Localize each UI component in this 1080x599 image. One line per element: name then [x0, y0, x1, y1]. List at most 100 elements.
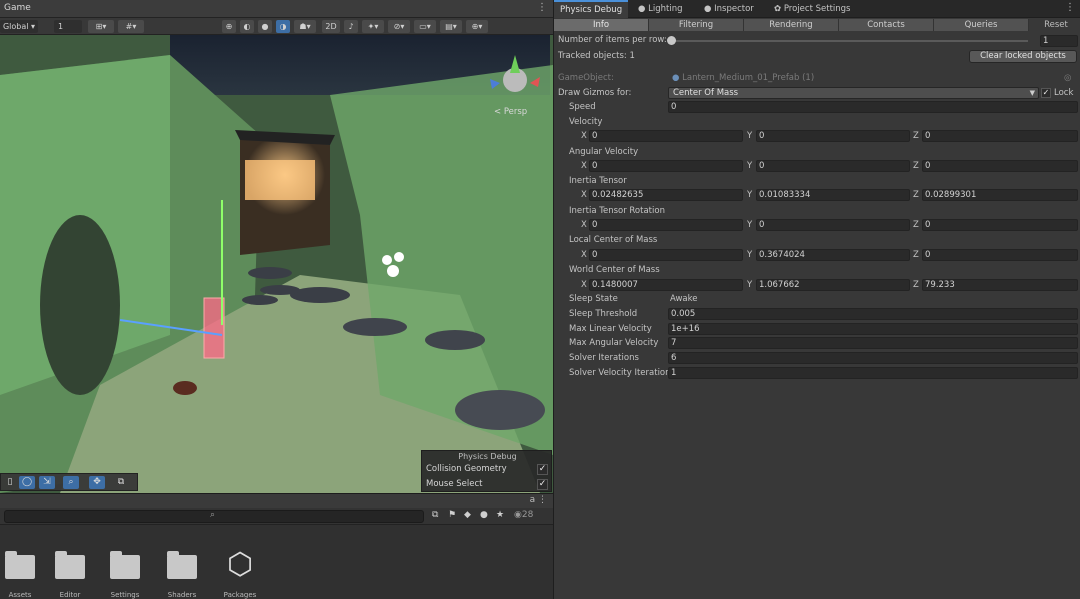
- gameobject-value[interactable]: ● Lantern_Medium_01_Prefab (1): [672, 73, 814, 83]
- custom-tool-icon[interactable]: ⧉: [113, 476, 129, 489]
- z-axis-label: Z: [913, 220, 919, 230]
- subtab-contacts[interactable]: Contacts: [839, 19, 934, 31]
- inertia-rotation-y-field[interactable]: 0: [756, 219, 910, 231]
- inertia-tensor-label: Inertia Tensor: [569, 176, 627, 186]
- tab-inspector[interactable]: ● Inspector: [698, 0, 760, 18]
- draw-mode-icon[interactable]: ◑: [276, 20, 290, 33]
- perspective-label[interactable]: < Persp: [494, 107, 527, 117]
- solver-velocity-iterations-field[interactable]: 1: [668, 367, 1078, 379]
- velocity-y-field[interactable]: 0: [756, 130, 910, 142]
- items-per-row-field[interactable]: 1: [1040, 35, 1078, 47]
- angular-velocity-x-field[interactable]: 0: [589, 160, 743, 172]
- x-axis-label: X: [581, 131, 587, 141]
- game-tab-title[interactable]: Game: [4, 3, 31, 13]
- physics-debug-panel: Physics Debug ● Lighting ● Inspector ✿ P…: [553, 0, 1080, 599]
- folder-icon[interactable]: [5, 551, 35, 579]
- move-tool-icon[interactable]: ✥: [89, 476, 105, 489]
- mouse-select-checkbox[interactable]: ✓: [537, 479, 548, 490]
- project-search-input[interactable]: ⌕: [4, 510, 424, 523]
- view-tool-icon[interactable]: ▯: [2, 476, 18, 489]
- local-com-y-field[interactable]: 0.3674024: [756, 249, 910, 261]
- target-icon[interactable]: ◎: [1064, 73, 1071, 83]
- hidden-objects-icon[interactable]: ⊘▾: [388, 20, 410, 33]
- snap-grid-icon[interactable]: ⊞▾: [88, 20, 114, 33]
- solver-iterations-field[interactable]: 6: [668, 352, 1078, 364]
- zoom-tool-icon[interactable]: ⌕: [63, 476, 79, 489]
- unity-package-icon[interactable]: ⬡: [222, 547, 258, 583]
- inertia-tensor-x-field[interactable]: 0.02482635: [589, 189, 743, 201]
- world-com-x-field[interactable]: 0.1480007: [589, 279, 743, 291]
- tab-lighting[interactable]: ● Lighting: [632, 0, 688, 18]
- kebab-menu-icon[interactable]: ⋮: [1065, 2, 1075, 13]
- filter-type-icon[interactable]: ⧉: [432, 510, 438, 520]
- tab-project-settings[interactable]: ✿ Project Settings: [768, 0, 856, 18]
- inertia-rotation-x-field[interactable]: 0: [589, 219, 743, 231]
- info-icon[interactable]: ●: [480, 510, 488, 520]
- project-search-row: ⌕ ⧉ ⚑ ◆ ● ★ ◉28: [0, 508, 553, 525]
- local-com-x-field[interactable]: 0: [589, 249, 743, 261]
- inertia-tensor-y-field[interactable]: 0.01083334: [756, 189, 910, 201]
- folder-icon[interactable]: [55, 551, 85, 579]
- select-tool-icon[interactable]: ⇲: [39, 476, 55, 489]
- world-com-y-field[interactable]: 1.067662: [756, 279, 910, 291]
- kebab-menu-icon[interactable]: ⋮: [537, 2, 547, 13]
- angular-velocity-y-field[interactable]: 0: [756, 160, 910, 172]
- overlay-menu-icon[interactable]: ☗▾: [294, 20, 316, 33]
- space-dropdown[interactable]: Global ▾: [0, 20, 38, 33]
- sleep-threshold-field[interactable]: 0.005: [668, 308, 1078, 320]
- folder-label: Editor: [59, 591, 81, 599]
- max-angular-velocity-field[interactable]: 7: [668, 337, 1078, 349]
- folder-icon[interactable]: [167, 551, 197, 579]
- local-com-z-field[interactable]: 0: [922, 249, 1078, 261]
- collision-geometry-checkbox[interactable]: ✓: [537, 464, 548, 475]
- lit-sphere-icon[interactable]: ●: [258, 20, 272, 33]
- folder-label: Assets: [8, 591, 32, 599]
- speed-field[interactable]: 0: [668, 101, 1078, 113]
- clear-locked-objects-button[interactable]: Clear locked objects: [969, 50, 1077, 63]
- globe-icon[interactable]: ⊕: [222, 20, 236, 33]
- subtab-queries[interactable]: Queries: [934, 19, 1029, 31]
- grid-icon[interactable]: #▾: [118, 20, 144, 33]
- snap-value-field[interactable]: 1: [54, 20, 82, 33]
- scene-toolbar: Global ▾ 1 ⊞▾ #▾ ⊕ ◐ ● ◑ ☗▾ 2D ♪ ✦▾ ⊘▾ ▭…: [0, 18, 553, 35]
- max-linear-velocity-field[interactable]: 1e+16: [668, 323, 1078, 335]
- subtab-rendering[interactable]: Rendering: [744, 19, 839, 31]
- draw-gizmos-dropdown[interactable]: Center Of Mass ▼: [668, 87, 1039, 99]
- filter-label-icon[interactable]: ⚑: [448, 510, 456, 520]
- physics-debug-overlay: Physics Debug Collision Geometry ✓ Mouse…: [421, 450, 552, 492]
- folder-icon[interactable]: [110, 551, 140, 579]
- reset-button[interactable]: Reset: [1032, 19, 1080, 31]
- scene-viewport[interactable]: < Persp ▯ ◯ ⇲ ⌕ ✥ ⧉ Physics Debug Collis…: [0, 35, 553, 493]
- search-icon: ⌕: [210, 510, 216, 520]
- inertia-tensor-z-field[interactable]: 0.02899301: [922, 189, 1078, 201]
- tab-lighting-label: Lighting: [648, 4, 683, 14]
- star-icon[interactable]: ★: [496, 510, 504, 520]
- slider-knob[interactable]: [667, 36, 676, 45]
- world-com-z-field[interactable]: 79.233: [922, 279, 1078, 291]
- velocity-x-field[interactable]: 0: [589, 130, 743, 142]
- gizmos-icon[interactable]: ⊕▾: [466, 20, 488, 33]
- toggle-2d-button[interactable]: 2D: [322, 20, 340, 33]
- tag-icon[interactable]: ◆: [464, 510, 471, 520]
- z-axis-label: Z: [913, 131, 919, 141]
- x-axis-label: X: [581, 190, 587, 200]
- subtab-info[interactable]: Info: [554, 19, 649, 31]
- rotate-tool-icon[interactable]: ◯: [19, 476, 35, 489]
- subtab-filtering[interactable]: Filtering: [649, 19, 744, 31]
- camera-icon[interactable]: ▭▾: [414, 20, 436, 33]
- project-menu-icon[interactable]: a ⋮: [530, 495, 547, 505]
- y-axis-label: Y: [747, 131, 753, 141]
- lock-checkbox[interactable]: ✓: [1041, 88, 1051, 98]
- effects-icon[interactable]: ✦▾: [362, 20, 384, 33]
- items-per-row-slider[interactable]: [672, 40, 1028, 42]
- shading-sphere-icon[interactable]: ◐: [240, 20, 254, 33]
- audio-icon[interactable]: ♪: [344, 20, 358, 33]
- tab-inspector-label: Inspector: [714, 4, 754, 14]
- angular-velocity-z-field[interactable]: 0: [922, 160, 1078, 172]
- max-linear-velocity-label: Max Linear Velocity: [569, 324, 652, 334]
- layers-icon[interactable]: ▤▾: [440, 20, 462, 33]
- velocity-z-field[interactable]: 0: [922, 130, 1078, 142]
- inertia-rotation-z-field[interactable]: 0: [922, 219, 1078, 231]
- physics-debug-subtabs: Info Filtering Rendering Contacts Querie…: [554, 18, 1080, 32]
- tab-physics-debug[interactable]: Physics Debug: [554, 0, 629, 18]
